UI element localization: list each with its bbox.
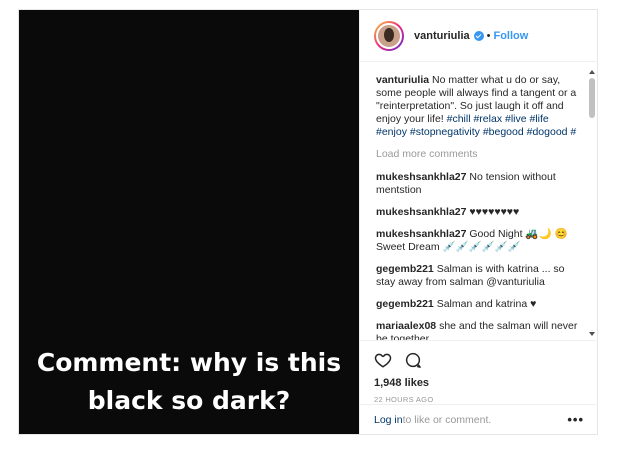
post-footer: Log in to like or comment. ••• xyxy=(360,404,598,434)
comment-item: gegemb221 Salman is with katrina ... so … xyxy=(376,263,578,289)
comment-item: mariaalex08 she and the salman will neve… xyxy=(376,320,578,340)
comment-username[interactable]: mukeshsankhla27 xyxy=(376,171,466,183)
comment-item: mukeshsankhla27 Good Night 🚜🌙 😊 Sweet Dr… xyxy=(376,228,578,254)
load-more-comments-button[interactable]: Load more comments xyxy=(376,148,578,161)
scrollbar-thumb[interactable] xyxy=(589,78,595,118)
comments-list[interactable]: vanturiulia No matter what u do or say, … xyxy=(360,62,598,340)
caption: vanturiulia No matter what u do or say, … xyxy=(376,74,578,139)
comment-text: Salman and katrina ♥ xyxy=(436,298,537,310)
overlay-text-line1: Comment: why is this xyxy=(36,348,342,377)
comment-username[interactable]: mukeshsankhla27 xyxy=(376,206,466,218)
caption-username[interactable]: vanturiulia xyxy=(376,74,429,86)
username-link[interactable]: vanturiulia xyxy=(414,30,470,42)
separator-dot: • xyxy=(486,29,491,42)
follow-button[interactable]: Follow xyxy=(493,30,528,42)
comment-icon[interactable] xyxy=(404,351,422,369)
more-options-icon[interactable]: ••• xyxy=(567,412,584,427)
scroll-down-arrow-icon[interactable] xyxy=(589,332,595,336)
overlay-text-line2: black so dark? xyxy=(87,386,291,415)
post-sidebar: vanturiulia • Follow vanturiulia No matt… xyxy=(359,10,598,434)
post-frame: Comment: why is this black so dark? vant… xyxy=(18,9,598,435)
post-header: vanturiulia • Follow xyxy=(360,10,598,62)
likes-count[interactable]: 1,948 likes xyxy=(374,377,584,389)
post-actions: 1,948 likes 22 HOURS AGO xyxy=(360,340,598,404)
comment-username[interactable]: mariaalex08 xyxy=(376,320,436,332)
verified-badge-icon xyxy=(473,30,484,41)
login-link[interactable]: Log in xyxy=(374,414,403,426)
post-timestamp[interactable]: 22 HOURS AGO xyxy=(374,395,584,404)
post-image[interactable]: Comment: why is this black so dark? xyxy=(19,10,359,434)
scroll-up-arrow-icon[interactable] xyxy=(589,70,595,74)
comment-text: ♥♥♥♥♥♥♥♥ xyxy=(469,206,520,218)
comment-item: gegemb221 Salman and katrina ♥ xyxy=(376,298,578,311)
avatar[interactable] xyxy=(374,20,404,51)
comment-item: mukeshsankhla27 ♥♥♥♥♥♥♥♥ xyxy=(376,206,578,219)
login-prompt-text: to like or comment. xyxy=(402,413,492,426)
comment-username[interactable]: gegemb221 xyxy=(376,298,434,310)
comment-item: mukeshsankhla27 No tension without ments… xyxy=(376,171,578,197)
comment-username[interactable]: gegemb221 xyxy=(376,263,434,275)
heart-icon[interactable] xyxy=(374,351,392,369)
comments-scrollbar[interactable] xyxy=(589,70,595,336)
comment-username[interactable]: mukeshsankhla27 xyxy=(376,228,466,240)
